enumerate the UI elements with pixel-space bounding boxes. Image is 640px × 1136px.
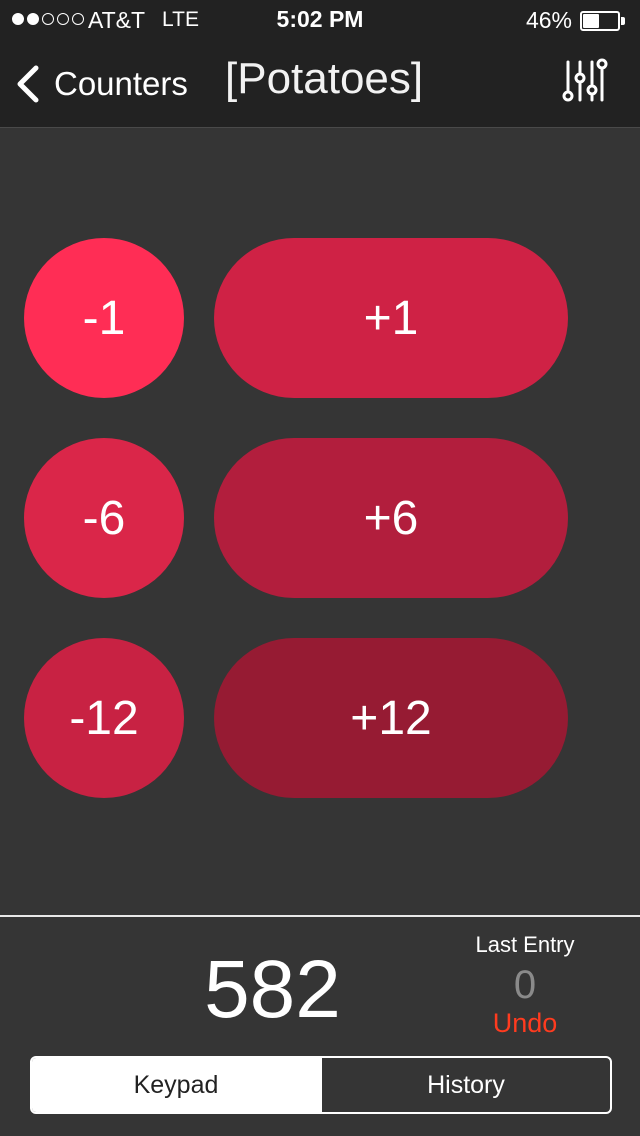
chevron-left-icon	[17, 65, 39, 103]
status-bar: AT&T LTE 5:02 PM 46%	[0, 0, 640, 40]
sliders-icon	[562, 58, 608, 102]
undo-button[interactable]: Undo	[440, 1008, 610, 1039]
increment-1-button[interactable]: +1	[214, 238, 568, 398]
view-segmented-control: Keypad History	[30, 1056, 612, 1114]
counter-keypad: -1 +1 -6 +6 -12 +12	[0, 129, 640, 915]
battery-percent: 46%	[525, 7, 572, 33]
last-entry-value: 0	[513, 963, 537, 1007]
battery-icon	[580, 11, 626, 31]
counter-footer: 582 Last Entry 0 Undo Keypad History	[0, 917, 640, 1136]
tab-history[interactable]: History	[320, 1058, 610, 1112]
increment-12-button[interactable]: +12	[214, 638, 568, 798]
page-title: [Potatoes]	[225, 54, 424, 103]
decrement-1-button[interactable]: -1	[24, 238, 184, 398]
last-entry-label: Last Entry	[475, 932, 575, 957]
back-button[interactable]: Counters	[14, 60, 188, 108]
settings-button[interactable]	[560, 58, 610, 104]
back-button-label: Counters	[54, 65, 188, 102]
decrement-6-button[interactable]: -6	[24, 438, 184, 598]
tab-keypad[interactable]: Keypad	[32, 1058, 320, 1112]
increment-6-button[interactable]: +6	[214, 438, 568, 598]
decrement-12-button[interactable]: -12	[24, 638, 184, 798]
navigation-header: AT&T LTE 5:02 PM 46% Counters [Potatoes]	[0, 0, 640, 128]
